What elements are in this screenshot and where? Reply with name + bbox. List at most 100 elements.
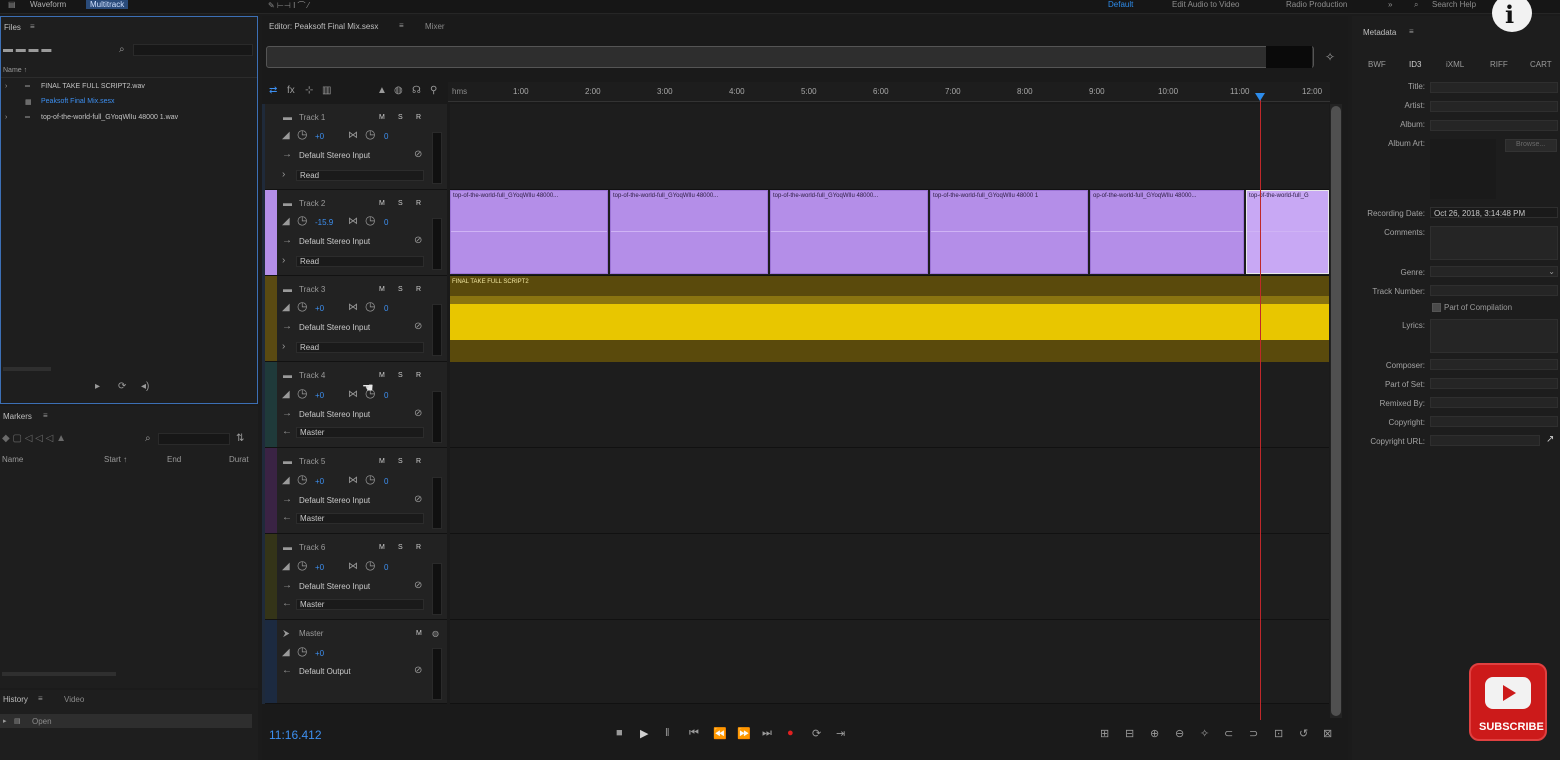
play-icon[interactable]: ▸	[95, 382, 100, 392]
genre-select[interactable]: ⌄	[1430, 266, 1558, 277]
pan-knob-icon[interactable]: ◷	[365, 214, 375, 226]
mute-button[interactable]: M	[379, 372, 385, 379]
track-lane-2[interactable]: top-of-the-world-full_GYoqWlIu 48000... …	[450, 190, 1329, 276]
zoom-navigator-bar[interactable]	[266, 46, 1314, 68]
mute-button[interactable]: M	[379, 458, 385, 465]
record-arm-button[interactable]: R	[416, 458, 421, 465]
pan-knob-icon[interactable]: ◷	[365, 559, 375, 571]
markers-scrollbar[interactable]	[2, 672, 116, 676]
marker-pin-icon[interactable]: ⚲	[430, 86, 437, 96]
solo-button[interactable]: S	[398, 544, 403, 551]
go-to-start-icon[interactable]: ⏮	[689, 727, 699, 740]
files-column-name[interactable]: Name ↑	[3, 67, 27, 74]
link-icon[interactable]: ⊘	[414, 236, 422, 246]
zoom-reset-icon[interactable]: ↺	[1299, 727, 1308, 740]
volume-knob-icon[interactable]: ◷	[297, 559, 307, 571]
track-output-select[interactable]: Master	[296, 599, 424, 610]
skip-icon[interactable]: ⇥	[836, 727, 845, 740]
panel-menu-icon[interactable]: ≡	[38, 694, 43, 704]
pan-value[interactable]: 0	[384, 477, 388, 486]
comments-field[interactable]	[1430, 226, 1558, 260]
mute-button[interactable]: M	[379, 544, 385, 551]
pan-value[interactable]: 0	[384, 132, 388, 141]
track-input-select[interactable]: Default Stereo Input	[299, 237, 370, 246]
panel-menu-icon[interactable]: ≡	[1409, 27, 1414, 37]
video-tab[interactable]: Video	[64, 695, 84, 704]
track-lane-5[interactable]	[450, 448, 1329, 534]
time-display[interactable]: 11:16.412	[269, 728, 322, 742]
workspace-default-tab[interactable]: Default	[1108, 0, 1133, 9]
track-collapse-icon[interactable]: ▬	[283, 284, 292, 294]
rewind-icon[interactable]: ⏪	[713, 727, 727, 740]
automation-mode-select[interactable]: Read	[296, 342, 424, 353]
track-output-select[interactable]: Master	[296, 513, 424, 524]
mute-button[interactable]: M	[379, 286, 385, 293]
track-collapse-icon[interactable]: ▬	[283, 112, 292, 122]
metronome-icon[interactable]: ▲	[377, 86, 387, 96]
copyright-field[interactable]	[1430, 416, 1558, 427]
composer-field[interactable]	[1430, 359, 1558, 370]
solo-button[interactable]: S	[398, 286, 403, 293]
record-icon[interactable]: ●	[787, 727, 794, 739]
audio-clip-selected[interactable]: top-of-the-world-full_G	[1246, 190, 1329, 274]
track-input-select[interactable]: Default Stereo Input	[299, 582, 370, 591]
zoom-in-point-icon[interactable]: ⊂	[1224, 727, 1233, 740]
track-name[interactable]: Master	[299, 629, 323, 638]
recording-date-field[interactable]: Oct 26, 2018, 3:14:48 PM	[1430, 207, 1558, 218]
share-arrow-icon[interactable]: ↗	[1546, 435, 1554, 445]
record-arm-button[interactable]: R	[416, 114, 421, 121]
track-collapse-icon[interactable]: ▬	[283, 542, 292, 552]
markers-column-end[interactable]: End	[167, 455, 181, 464]
playhead-handle[interactable]	[1255, 93, 1265, 101]
volume-value[interactable]: +0	[315, 563, 324, 572]
album-field[interactable]	[1430, 120, 1558, 131]
history-item-row[interactable]: ▸ ▤ Open	[0, 714, 252, 728]
workspace-radio-tab[interactable]: Radio Production	[1286, 0, 1347, 9]
file-item-selected[interactable]: Peaksoft Final Mix.sesx	[41, 98, 115, 105]
history-tab[interactable]: History	[3, 695, 28, 704]
audio-clip[interactable]: top-of-the-world-full_GYoqWlIu 48000...	[770, 190, 928, 274]
remixed-by-field[interactable]	[1430, 397, 1558, 408]
part-of-compilation-checkbox[interactable]	[1432, 303, 1441, 312]
volume-knob-icon[interactable]: ◷	[297, 214, 307, 226]
automation-expand-icon[interactable]: ›	[282, 342, 285, 352]
zoom-out-time-icon[interactable]: ⊖	[1175, 727, 1184, 740]
volume-value[interactable]: -15.9	[315, 218, 333, 227]
track-name[interactable]: Track 4	[299, 371, 325, 380]
title-field[interactable]	[1430, 82, 1558, 93]
sends-icon[interactable]: ⊹	[305, 86, 313, 96]
audio-clip[interactable]: top-of-the-world-full_GYoqWlIu 48000...	[450, 190, 608, 274]
track-number-field[interactable]	[1430, 285, 1558, 296]
markers-column-start[interactable]: Start ↑	[104, 455, 127, 464]
effects-icon[interactable]: fx	[287, 86, 295, 96]
tracks-scrollbar-thumb[interactable]	[1331, 106, 1341, 716]
subscribe-badge[interactable]: SUBSCRIBE	[1469, 663, 1547, 741]
volume-knob-icon[interactable]: ◷	[297, 128, 307, 140]
metadata-tab-riff[interactable]: RIFF	[1490, 60, 1508, 69]
solo-button[interactable]: S	[398, 372, 403, 379]
loop-icon[interactable]: ⟳	[812, 727, 821, 740]
track-collapse-icon[interactable]: ▬	[283, 370, 292, 380]
metadata-tab-cart[interactable]: CART	[1530, 60, 1552, 69]
filter-icon[interactable]: ⇅	[236, 434, 244, 444]
stop-icon[interactable]: ■	[616, 727, 623, 739]
volume-value[interactable]: +0	[315, 132, 324, 141]
metadata-tab-ixml[interactable]: iXML	[1446, 60, 1464, 69]
autoplay-speaker-icon[interactable]: ◂)	[141, 382, 149, 392]
pan-knob-icon[interactable]: ◷	[365, 473, 375, 485]
record-arm-button[interactable]: R	[416, 286, 421, 293]
track-collapse-icon[interactable]: ▬	[283, 198, 292, 208]
fast-forward-icon[interactable]: ⏩	[737, 727, 751, 740]
monitor-icon[interactable]: ◍	[394, 86, 403, 96]
play-icon[interactable]: ▶	[640, 727, 648, 740]
timeline-ruler[interactable]	[448, 82, 1330, 102]
track-name[interactable]: Track 5	[299, 457, 325, 466]
link-icon[interactable]: ⊘	[414, 409, 422, 419]
file-item[interactable]: FINAL TAKE FULL SCRIPT2.wav	[41, 83, 145, 90]
browse-button[interactable]: Browse...	[1505, 139, 1557, 152]
solo-button[interactable]: S	[398, 200, 403, 207]
part-of-set-field[interactable]	[1430, 378, 1558, 389]
headphones-icon[interactable]: ☊	[412, 86, 421, 96]
workspace-multitrack-button[interactable]: Multitrack	[86, 0, 129, 9]
zoom-fit-icon[interactable]: ⊠	[1323, 727, 1332, 740]
